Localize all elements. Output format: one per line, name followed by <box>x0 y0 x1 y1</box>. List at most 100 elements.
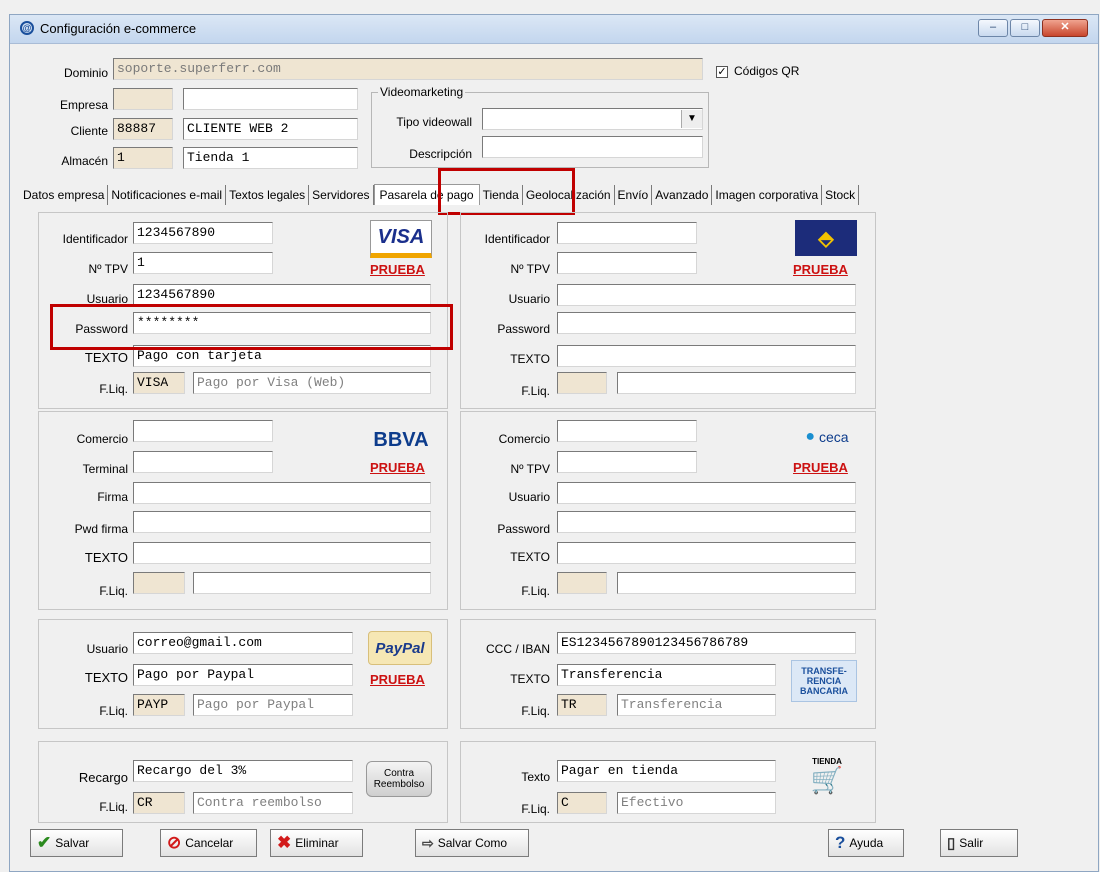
password-highlight-box <box>50 304 453 350</box>
empresa-code-field[interactable] <box>113 88 173 110</box>
minimize-button[interactable]: – <box>978 19 1008 37</box>
delete-x-icon: ✖ <box>277 833 292 852</box>
bbva-comercio-field[interactable] <box>133 420 273 442</box>
descripcion-field[interactable] <box>482 136 703 158</box>
maximize-button[interactable]: □ <box>1010 19 1040 37</box>
cancelar-button[interactable]: ⊘ Cancelar <box>160 829 257 857</box>
visa-fliq-name-field[interactable]: Pago por Visa (Web) <box>193 372 431 394</box>
gw4b-prueba-link[interactable]: PRUEBA <box>793 262 848 277</box>
tienda-fliq-label: F.Liq. <box>521 802 550 816</box>
transfer-fliq-name-field[interactable]: Transferencia <box>617 694 776 716</box>
ceca-texto-field[interactable] <box>557 542 856 564</box>
ceca-texto-label: TEXTO <box>510 550 550 564</box>
contra-fliq-code-field[interactable]: CR <box>133 792 185 814</box>
transfer-iban-field[interactable]: ES1234567890123456786789 <box>557 632 856 654</box>
bbva-texto-label: TEXTO <box>84 550 128 565</box>
ceca-user-label: Usuario <box>508 490 550 504</box>
paypal-user-label: Usuario <box>86 642 128 656</box>
bbva-texto-field[interactable] <box>133 542 431 564</box>
ceca-tpv-field[interactable] <box>557 451 697 473</box>
bbva-pwd-field[interactable] <box>133 511 431 533</box>
gw4b-id-field[interactable] <box>557 222 697 244</box>
empresa-name-field[interactable] <box>183 88 358 110</box>
tab-datos-empresa[interactable]: Datos empresa <box>20 185 109 205</box>
ayuda-button[interactable]: ? Ayuda <box>828 829 904 857</box>
transfer-texto-field[interactable]: Transferencia <box>557 664 776 686</box>
visa-tpv-field[interactable]: 1 <box>133 252 273 274</box>
ceca-user-field[interactable] <box>557 482 856 504</box>
contra-recargo-field[interactable]: Recargo del 3% <box>133 760 353 782</box>
tienda-fliq-code-field[interactable]: C <box>557 792 607 814</box>
eliminar-button[interactable]: ✖ Eliminar <box>270 829 363 857</box>
transfer-texto-label: TEXTO <box>510 672 550 686</box>
salir-button[interactable]: ▯ Salir <box>940 829 1018 857</box>
cliente-label: Cliente <box>70 124 108 138</box>
almacen-name-field[interactable]: Tienda 1 <box>183 147 358 169</box>
gw4b-pass-label: Password <box>497 322 550 336</box>
visa-fliq-code-field[interactable]: VISA <box>133 372 185 394</box>
gw4b-fliq-name-field[interactable] <box>617 372 856 394</box>
4b-logo-icon: ⬘ <box>795 220 857 256</box>
transfer-fliq-code-field[interactable]: TR <box>557 694 607 716</box>
bbva-firma-field[interactable] <box>133 482 431 504</box>
ceca-pass-field[interactable] <box>557 511 856 533</box>
exit-door-icon: ▯ <box>947 835 956 852</box>
visa-user-field[interactable]: 1234567890 <box>133 284 431 306</box>
contra-fliq-name-field[interactable]: Contra reembolso <box>193 792 353 814</box>
gw4b-texto-field[interactable] <box>557 345 856 367</box>
save-as-icon: ⇨ <box>422 834 434 851</box>
app-icon: @ <box>20 21 34 35</box>
tab-avanzado[interactable]: Avanzado <box>652 185 713 205</box>
tienda-texto-field[interactable]: Pagar en tienda <box>557 760 776 782</box>
ceca-tpv-label: Nº TPV <box>510 462 550 476</box>
bbva-terminal-field[interactable] <box>133 451 273 473</box>
tab-imagen-corporativa[interactable]: Imagen corporativa <box>712 185 823 205</box>
tab-notificaciones[interactable]: Notificaciones e-mail <box>108 185 227 205</box>
tab-textos-legales[interactable]: Textos legales <box>226 185 310 205</box>
close-button[interactable]: ✕ <box>1042 19 1088 37</box>
ceca-comercio-field[interactable] <box>557 420 697 442</box>
cliente-name-field[interactable]: CLIENTE WEB 2 <box>183 118 358 140</box>
chevron-down-icon[interactable]: ▼ <box>681 110 702 128</box>
salvar-button[interactable]: ✔ Salvar <box>30 829 123 857</box>
salvar-como-label: Salvar Como <box>437 836 508 850</box>
almacen-code-field[interactable]: 1 <box>113 147 173 169</box>
visa-prueba-link[interactable]: PRUEBA <box>370 262 425 277</box>
bbva-fliq-name-field[interactable] <box>193 572 431 594</box>
visa-id-field[interactable]: 1234567890 <box>133 222 273 244</box>
visa-id-label: Identificador <box>62 232 128 246</box>
tienda-fliq-name-field[interactable]: Efectivo <box>617 792 776 814</box>
gw4b-fliq-code-field[interactable] <box>557 372 607 394</box>
bbva-terminal-label: Terminal <box>82 462 128 476</box>
title-bar[interactable]: @ Configuración e-commerce – □ ✕ <box>10 15 1098 44</box>
qr-checkbox[interactable]: ✓ <box>716 66 728 78</box>
salvar-como-button[interactable]: ⇨ Salvar Como <box>415 829 529 857</box>
ceca-prueba-link[interactable]: PRUEBA <box>793 460 848 475</box>
paypal-prueba-link[interactable]: PRUEBA <box>370 672 425 687</box>
paypal-texto-field[interactable]: Pago por Paypal <box>133 664 353 686</box>
paypal-logo-icon: PayPal <box>368 631 432 665</box>
cliente-code-field[interactable]: 88887 <box>113 118 173 140</box>
paypal-fliq-name-field[interactable]: Pago por Paypal <box>193 694 353 716</box>
tab-stock[interactable]: Stock <box>822 185 860 205</box>
paypal-texto-label: TEXTO <box>84 670 128 685</box>
bbva-fliq-label: F.Liq. <box>99 584 128 598</box>
bbva-fliq-code-field[interactable] <box>133 572 185 594</box>
tipo-videowall-select[interactable] <box>482 108 703 130</box>
gw4b-pass-field[interactable] <box>557 312 856 334</box>
paypal-fliq-label: F.Liq. <box>99 704 128 718</box>
tab-envio[interactable]: Envío <box>615 185 653 205</box>
tab-highlight-box <box>438 168 575 215</box>
paypal-fliq-code-field[interactable]: PAYP <box>133 694 185 716</box>
ceca-fliq-name-field[interactable] <box>617 572 856 594</box>
bbva-prueba-link[interactable]: PRUEBA <box>370 460 425 475</box>
gw4b-user-field[interactable] <box>557 284 856 306</box>
paypal-user-field[interactable]: correo@gmail.com <box>133 632 353 654</box>
ceca-pass-label: Password <box>497 522 550 536</box>
ceca-fliq-code-field[interactable] <box>557 572 607 594</box>
gw4b-tpv-field[interactable] <box>557 252 697 274</box>
dominio-field[interactable]: soporte.superferr.com <box>113 58 703 80</box>
contra-fliq-label: F.Liq. <box>99 800 128 814</box>
tab-servidores[interactable]: Servidores <box>309 185 374 205</box>
descripcion-label: Descripción <box>409 147 472 161</box>
